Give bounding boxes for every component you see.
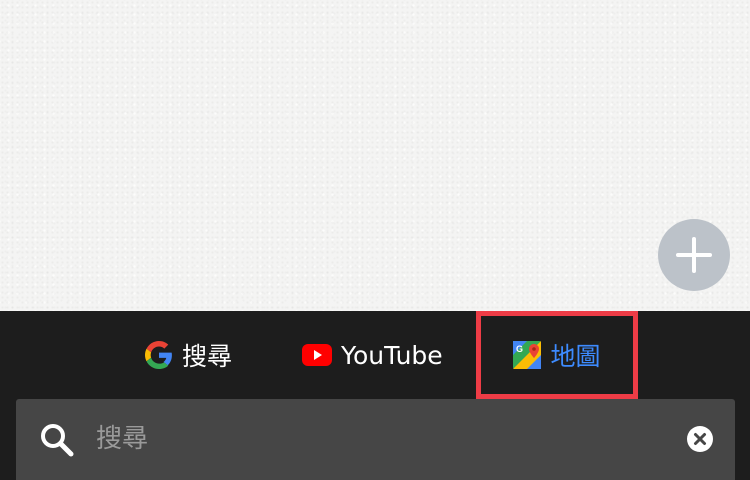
- youtube-icon: [302, 344, 332, 366]
- search-bar: [16, 399, 735, 480]
- tab-search[interactable]: 搜尋: [145, 311, 232, 399]
- tab-youtube-label: YouTube: [341, 340, 443, 370]
- tab-youtube[interactable]: YouTube: [302, 311, 443, 399]
- google-maps-icon: G: [513, 341, 542, 369]
- svg-text:G: G: [516, 344, 523, 354]
- content-area: [0, 0, 750, 311]
- google-g-icon: [145, 341, 173, 369]
- tab-maps-label: 地圖: [550, 342, 601, 371]
- tab-search-label: 搜尋: [182, 342, 233, 371]
- add-button[interactable]: [658, 219, 730, 291]
- search-input[interactable]: [96, 417, 666, 461]
- search-panel: 搜尋 YouTube G 地圖: [0, 311, 750, 480]
- search-icon[interactable]: [38, 421, 76, 459]
- tab-maps[interactable]: G 地圖: [476, 311, 638, 399]
- clear-button[interactable]: [687, 426, 713, 452]
